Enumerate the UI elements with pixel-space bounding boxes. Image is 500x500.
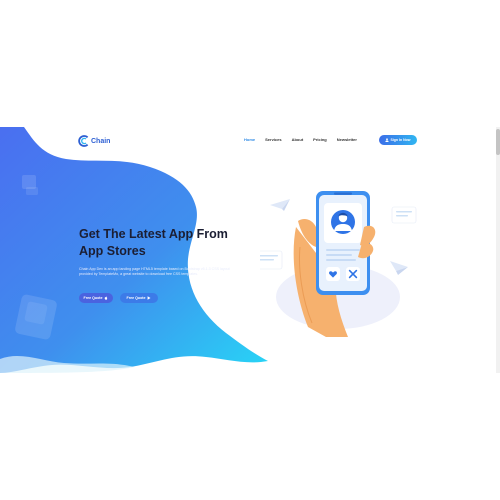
hero-title: Get The Latest App From App Stores xyxy=(79,226,259,259)
nav-link-newsletter[interactable]: Newsletter xyxy=(337,137,357,142)
navbar: Chain Home Services About Pricing Newsle… xyxy=(0,127,496,155)
hero-description: Chain App Dev is an app landing page HTM… xyxy=(79,267,274,277)
paper-plane-icon xyxy=(390,261,408,275)
free-quote-button-play[interactable]: Free Quote xyxy=(120,293,158,303)
c-ring-logo-icon xyxy=(78,135,89,147)
free-quote-label-1: Free Quote xyxy=(83,296,103,300)
nav-menu: Home Services About Pricing Newsletter xyxy=(244,137,357,142)
paper-plane-icon xyxy=(270,199,290,211)
nav-link-pricing[interactable]: Pricing xyxy=(313,137,327,142)
chat-card-icon xyxy=(391,206,417,224)
chat-card-icon xyxy=(260,250,283,270)
browser-viewport: Chain Home Services About Pricing Newsle… xyxy=(0,127,496,373)
play-store-icon xyxy=(148,296,151,300)
hero-title-line-1: Get The Latest App From xyxy=(79,227,228,241)
page-scrollbar[interactable] xyxy=(496,127,500,373)
brand-name: Chain xyxy=(91,137,111,145)
nav-link-services[interactable]: Services xyxy=(265,137,281,142)
nav-link-about[interactable]: About xyxy=(292,137,304,142)
scrollbar-thumb[interactable] xyxy=(496,129,500,155)
sign-in-button[interactable]: Sign In Now xyxy=(379,135,417,145)
user-icon xyxy=(385,138,390,142)
phone-dating-app-illustration xyxy=(260,191,417,337)
free-quote-button-apple[interactable]: Free Quote xyxy=(79,293,113,303)
brand-logo[interactable]: Chain xyxy=(78,134,110,148)
hero-description-line-2: provided by TemplateMo, a great website … xyxy=(79,272,198,276)
nav-link-home[interactable]: Home xyxy=(244,137,255,142)
hero-title-line-2: App Stores xyxy=(79,243,146,258)
free-quote-label-2: Free Quote xyxy=(126,296,146,300)
apple-icon xyxy=(105,296,108,300)
sign-in-label: Sign In Now xyxy=(390,138,411,142)
